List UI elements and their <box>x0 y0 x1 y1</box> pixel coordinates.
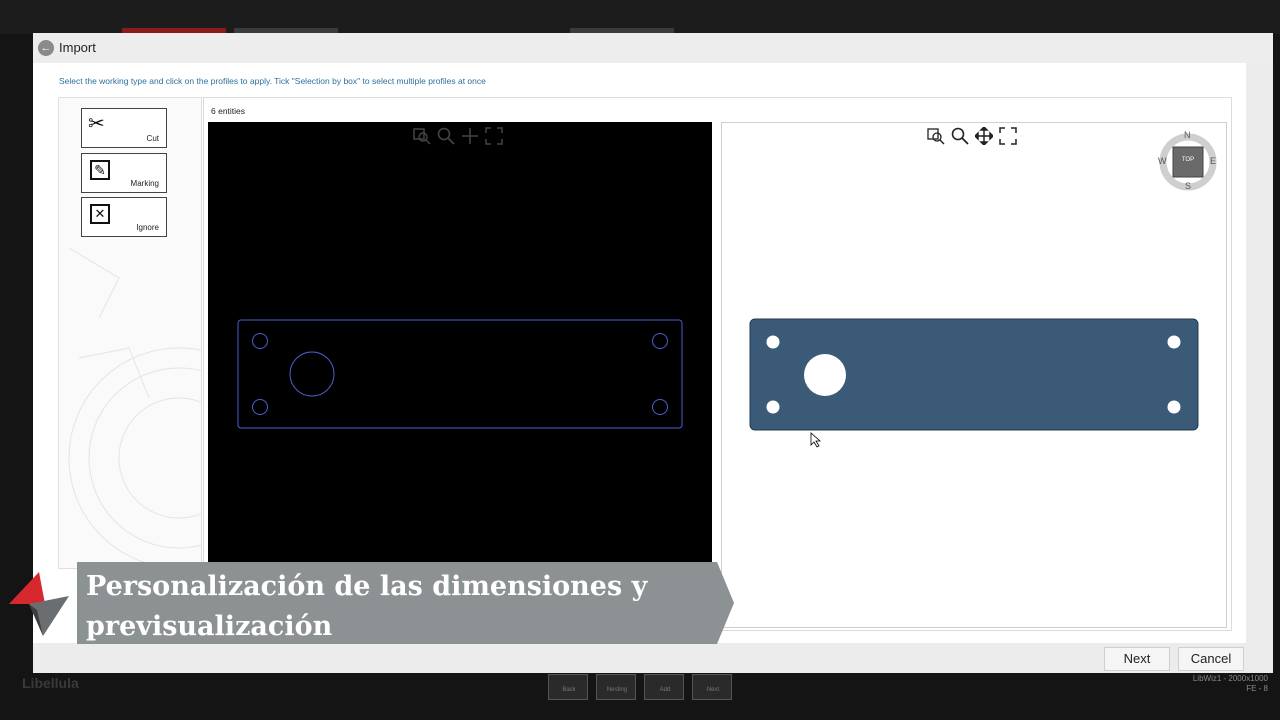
zoom-icon[interactable] <box>437 127 455 150</box>
add-taskbar-label: Add <box>659 687 671 693</box>
next-taskbar-label: Next <box>706 687 720 693</box>
marking-label: Marking <box>130 179 159 188</box>
part-preview <box>749 318 1199 448</box>
zoom-window-icon[interactable] <box>413 127 431 150</box>
next-button[interactable]: Next <box>1104 647 1170 671</box>
hole-outline <box>252 399 268 415</box>
bottom-taskbar: Libellula Back Nesting Add Next LibWiz1 … <box>0 673 1280 720</box>
next-taskbar-button[interactable]: Next <box>692 674 732 700</box>
compass-east: E <box>1210 156 1217 166</box>
subtitle-line-1: Personalización de las dimensiones y <box>86 571 648 602</box>
compass-north: N <box>1184 130 1191 140</box>
ignore-icon: ✕ <box>90 204 110 224</box>
entity-count: 6 entities <box>211 106 246 116</box>
ignore-tool-button[interactable]: ✕ Ignore <box>81 197 167 237</box>
cancel-button[interactable]: Cancel <box>1178 647 1244 671</box>
fit-icon[interactable] <box>485 127 503 150</box>
add-taskbar-button[interactable]: Add <box>644 674 684 700</box>
scissors-icon: ✂ <box>88 113 105 135</box>
hole-outline <box>652 399 668 415</box>
zoom-icon[interactable] <box>951 127 969 150</box>
pan-icon[interactable] <box>461 127 479 150</box>
subtitle-line-2: previsualización <box>86 611 333 642</box>
back-arrow-icon[interactable]: ← <box>38 40 54 56</box>
cut-tool-button[interactable]: ✂ Cut <box>81 108 167 148</box>
hole-outline <box>652 333 668 349</box>
instruction-text: Select the working type and click on the… <box>59 76 486 86</box>
back-taskbar-label: Back <box>562 687 576 693</box>
nesting-taskbar-button[interactable]: Nesting <box>596 674 636 700</box>
marking-tool-button[interactable]: ✎ Marking <box>81 153 167 193</box>
cad-view[interactable] <box>208 122 712 562</box>
mouse-cursor <box>810 432 822 448</box>
dialog-title: Import <box>59 40 96 55</box>
back-taskbar-button[interactable]: Back <box>548 674 588 700</box>
brand-text: Libellula <box>22 675 79 691</box>
nesting-taskbar-label: Nesting <box>606 687 628 693</box>
subtitle-text: Personalización de las dimensiones y pre… <box>86 567 716 647</box>
libellula-logo <box>9 572 69 636</box>
working-type-panel: ✂ Cut ✎ Marking ✕ Ignore <box>58 97 202 569</box>
subtitle-banner: Personalización de las dimensiones y pre… <box>77 562 734 647</box>
fit-icon[interactable] <box>999 127 1017 150</box>
large-hole-outline <box>289 351 335 397</box>
banner-arrow <box>717 562 734 644</box>
status-info: LibWiz1 - 2000x1000 FE - 8 <box>1193 674 1268 694</box>
status-line-2: FE - 8 <box>1246 684 1268 693</box>
compass-west: W <box>1158 156 1167 166</box>
status-line-1: LibWiz1 - 2000x1000 <box>1192 674 1268 683</box>
views-container: 6 entities TOP N S E W <box>203 97 1232 631</box>
pan-icon[interactable] <box>973 125 995 150</box>
cut-label: Cut <box>146 134 159 143</box>
preview-view[interactable]: TOP N S E W <box>721 122 1227 628</box>
dialog-header: ← Import <box>33 33 1273 63</box>
cad-drawing <box>237 319 683 429</box>
view-cube[interactable]: TOP N S E W <box>1158 130 1218 191</box>
ignore-label: Ignore <box>136 223 159 232</box>
zoom-window-icon[interactable] <box>927 127 945 150</box>
edit-icon: ✎ <box>90 160 110 180</box>
compass-south: S <box>1185 181 1192 191</box>
app-top-bar <box>0 0 1280 34</box>
part-outline <box>237 319 683 429</box>
hole-outline <box>252 333 268 349</box>
view-cube-top-label: TOP <box>1181 157 1195 163</box>
